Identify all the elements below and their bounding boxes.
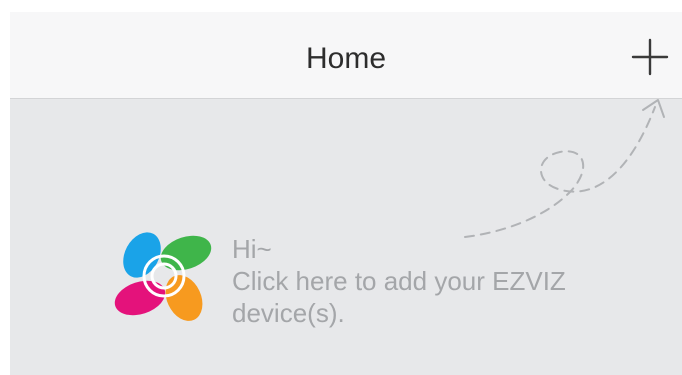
add-device-button[interactable] xyxy=(626,32,674,80)
add-device-hint[interactable]: Hi~ Click here to add your EZVIZ device(… xyxy=(232,233,672,329)
top-navigation-bar: Home xyxy=(10,12,682,99)
greeting-text: Hi~ xyxy=(232,234,272,264)
page-title: Home xyxy=(305,42,387,75)
plus-icon xyxy=(631,38,669,76)
hint-message-line-1: Click here to add your EZVIZ xyxy=(232,266,566,296)
home-screen: Home Hi~ Click here to add your EZVIZ de… xyxy=(10,12,682,375)
ezviz-logo-icon xyxy=(110,222,218,330)
hint-message-line-2: device(s). xyxy=(232,298,345,328)
